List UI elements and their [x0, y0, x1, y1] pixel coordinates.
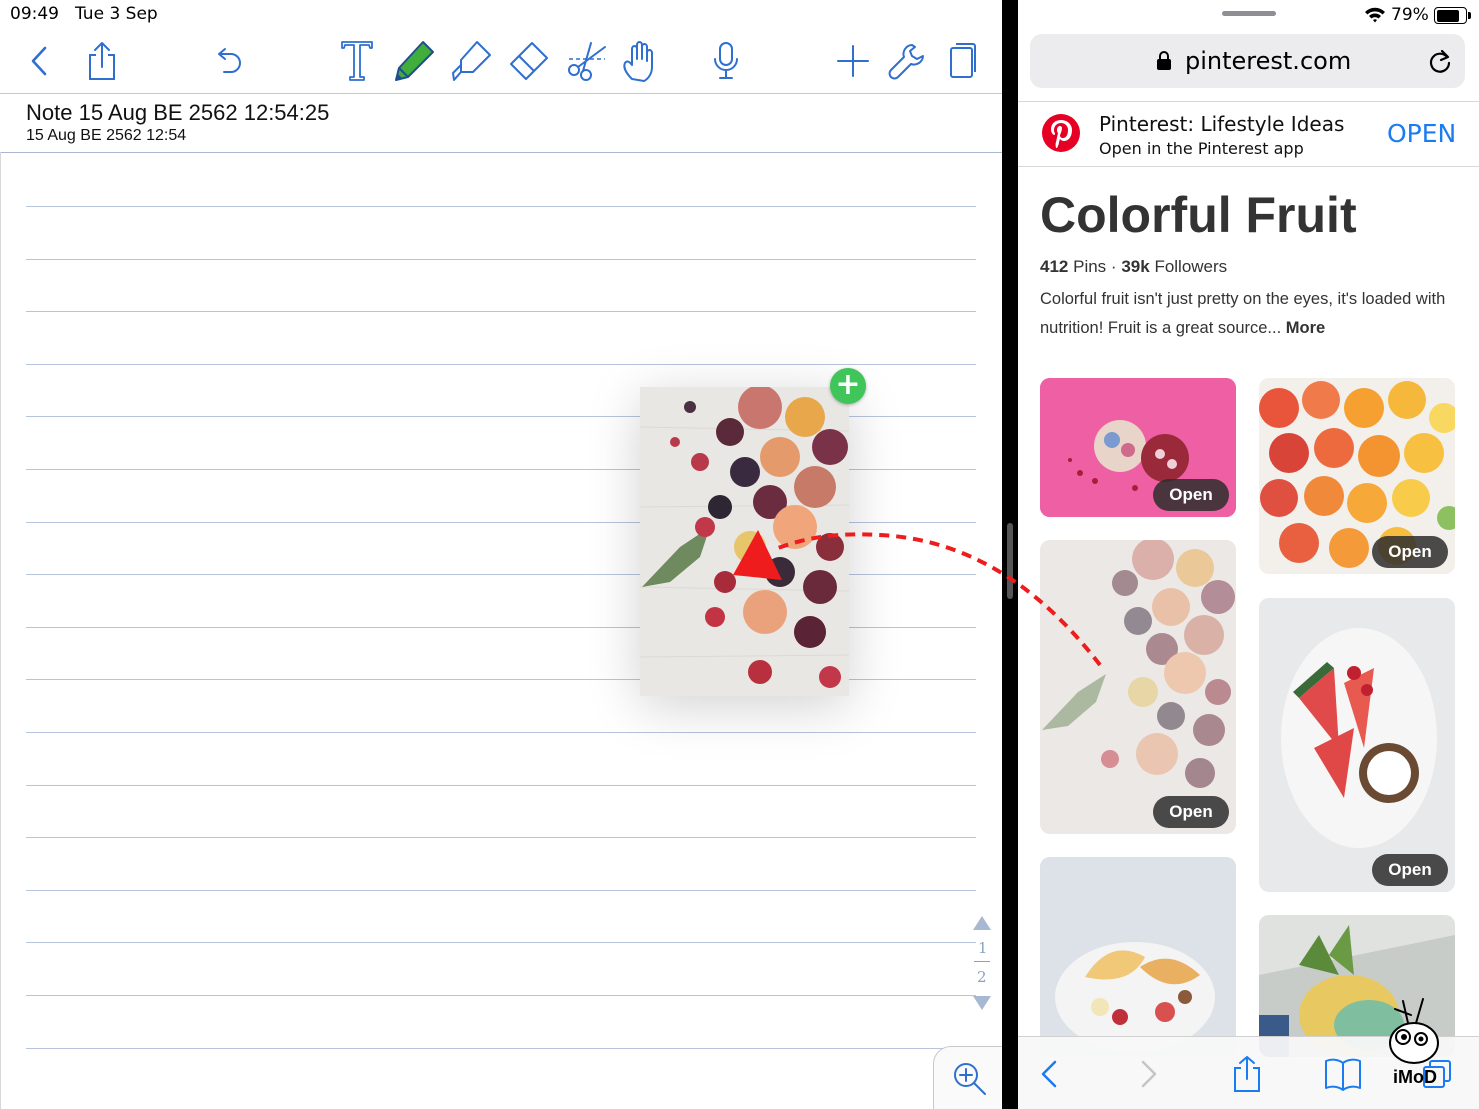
text-tool-icon[interactable]	[332, 36, 382, 86]
watermark-text: iMoD	[1393, 1067, 1437, 1087]
status-bar-right: 79%	[1018, 0, 1479, 30]
ruled-line	[26, 942, 976, 943]
browser-share-icon[interactable]	[1224, 1051, 1270, 1097]
pin-open-button[interactable]: Open	[1153, 796, 1229, 828]
page-number-total: 2	[977, 968, 987, 986]
pinterest-logo-icon	[1042, 114, 1080, 152]
bookmarks-icon[interactable]	[1320, 1051, 1366, 1097]
pin-card[interactable]: Open	[1040, 378, 1236, 517]
ruled-line	[26, 837, 976, 838]
url-text: pinterest.com	[1185, 47, 1352, 75]
note-header: Note 15 Aug BE 2562 12:54:25 15 Aug BE 2…	[0, 94, 1002, 153]
banner-open-button[interactable]: OPEN	[1387, 119, 1456, 148]
battery-icon	[1434, 7, 1471, 24]
share-icon[interactable]	[77, 36, 127, 86]
pages-icon[interactable]	[938, 36, 988, 86]
ruled-line	[26, 1048, 976, 1049]
app-banner: Pinterest: Lifestyle Ideas Open in the P…	[1018, 101, 1479, 167]
add-badge-icon: +	[830, 368, 866, 404]
ruled-line	[26, 259, 976, 260]
note-date: 15 Aug BE 2562 12:54	[26, 127, 187, 144]
ruled-line	[26, 785, 976, 786]
followers-label[interactable]: Followers	[1154, 257, 1227, 276]
ruled-line	[26, 364, 976, 365]
status-bar: 09:49 Tue 3 Sep	[0, 0, 1002, 30]
ruled-line	[26, 206, 976, 207]
stats-separator: ·	[1110, 257, 1117, 276]
browser-back-icon[interactable]	[1026, 1051, 1072, 1097]
back-icon[interactable]	[14, 36, 64, 86]
ruled-line	[26, 995, 976, 996]
pin-open-button[interactable]: Open	[1153, 479, 1229, 511]
ruled-line	[26, 890, 976, 891]
page-up-icon[interactable]	[972, 915, 992, 931]
imod-watermark: iMoD	[1383, 995, 1445, 1091]
pin-card[interactable]: Open	[1259, 378, 1455, 574]
scissors-icon[interactable]	[562, 36, 612, 86]
imod-logo-icon	[1389, 998, 1439, 1064]
board-description-text: Colorful fruit isn't just pretty on the …	[1040, 290, 1446, 337]
zoom-button[interactable]	[933, 1046, 1002, 1109]
pin-open-button[interactable]: Open	[1372, 854, 1448, 886]
page-separator	[974, 961, 990, 962]
followers-count[interactable]: 39k	[1121, 257, 1149, 276]
dragged-fruit-image[interactable]	[640, 387, 849, 696]
battery-percent: 79%	[1391, 5, 1429, 25]
pin-image-fruit-bowl	[1040, 857, 1236, 1057]
status-date: Tue 3 Sep	[75, 4, 158, 24]
board-stats: 412 Pins · 39k Followers	[1040, 257, 1227, 277]
highlighter-icon[interactable]	[446, 36, 496, 86]
pin-image-mixed-fruit	[1040, 540, 1236, 834]
pins-label: Pins	[1073, 257, 1107, 276]
eraser-icon[interactable]	[503, 36, 553, 86]
pin-card[interactable]: Open	[1259, 598, 1455, 892]
pen-icon[interactable]	[389, 36, 439, 86]
ruled-line	[26, 311, 976, 312]
safari-pane: 79% pinterest.com Pinterest: Lifestyle I…	[1018, 0, 1479, 1109]
wrench-icon[interactable]	[882, 36, 932, 86]
address-bar[interactable]: pinterest.com	[1030, 34, 1465, 88]
page-number-current: 1	[978, 939, 988, 957]
notes-app-pane: 09:49 Tue 3 Sep Note 15 Aug BE 2562 12:5…	[0, 0, 1002, 1109]
pin-card[interactable]: Open	[1040, 540, 1236, 834]
browser-forward-icon[interactable]	[1126, 1051, 1172, 1097]
paper-edge	[0, 152, 1, 1109]
status-time: 09:49	[10, 4, 59, 24]
page-indicator: 1 2	[968, 915, 996, 1015]
more-link[interactable]: More	[1286, 319, 1325, 337]
notes-toolbar	[0, 30, 1002, 94]
wifi-icon	[1365, 7, 1385, 23]
note-title[interactable]: Note 15 Aug BE 2562 12:54:25	[26, 100, 329, 126]
pin-open-button[interactable]: Open	[1372, 536, 1448, 568]
banner-subtitle: Open in the Pinterest app	[1099, 139, 1304, 158]
add-icon[interactable]	[828, 36, 878, 86]
board-title: Colorful Fruit	[1040, 187, 1357, 243]
ruled-line	[26, 732, 976, 733]
pin-card[interactable]	[1040, 857, 1236, 1057]
board-description: Colorful fruit isn't just pretty on the …	[1040, 285, 1460, 343]
lock-icon	[1157, 51, 1171, 70]
split-view-handle[interactable]	[1007, 523, 1013, 599]
undo-icon[interactable]	[204, 36, 254, 86]
slide-over-grabber[interactable]	[1222, 11, 1276, 16]
hand-icon[interactable]	[615, 36, 665, 86]
page-down-icon[interactable]	[972, 995, 992, 1011]
pins-count: 412	[1040, 257, 1069, 276]
pin-image-watermelon-coconut	[1259, 598, 1455, 892]
microphone-icon[interactable]	[701, 36, 751, 86]
reload-icon[interactable]	[1428, 48, 1452, 74]
zoom-in-icon	[954, 1063, 986, 1095]
banner-title: Pinterest: Lifestyle Ideas	[1099, 112, 1345, 136]
